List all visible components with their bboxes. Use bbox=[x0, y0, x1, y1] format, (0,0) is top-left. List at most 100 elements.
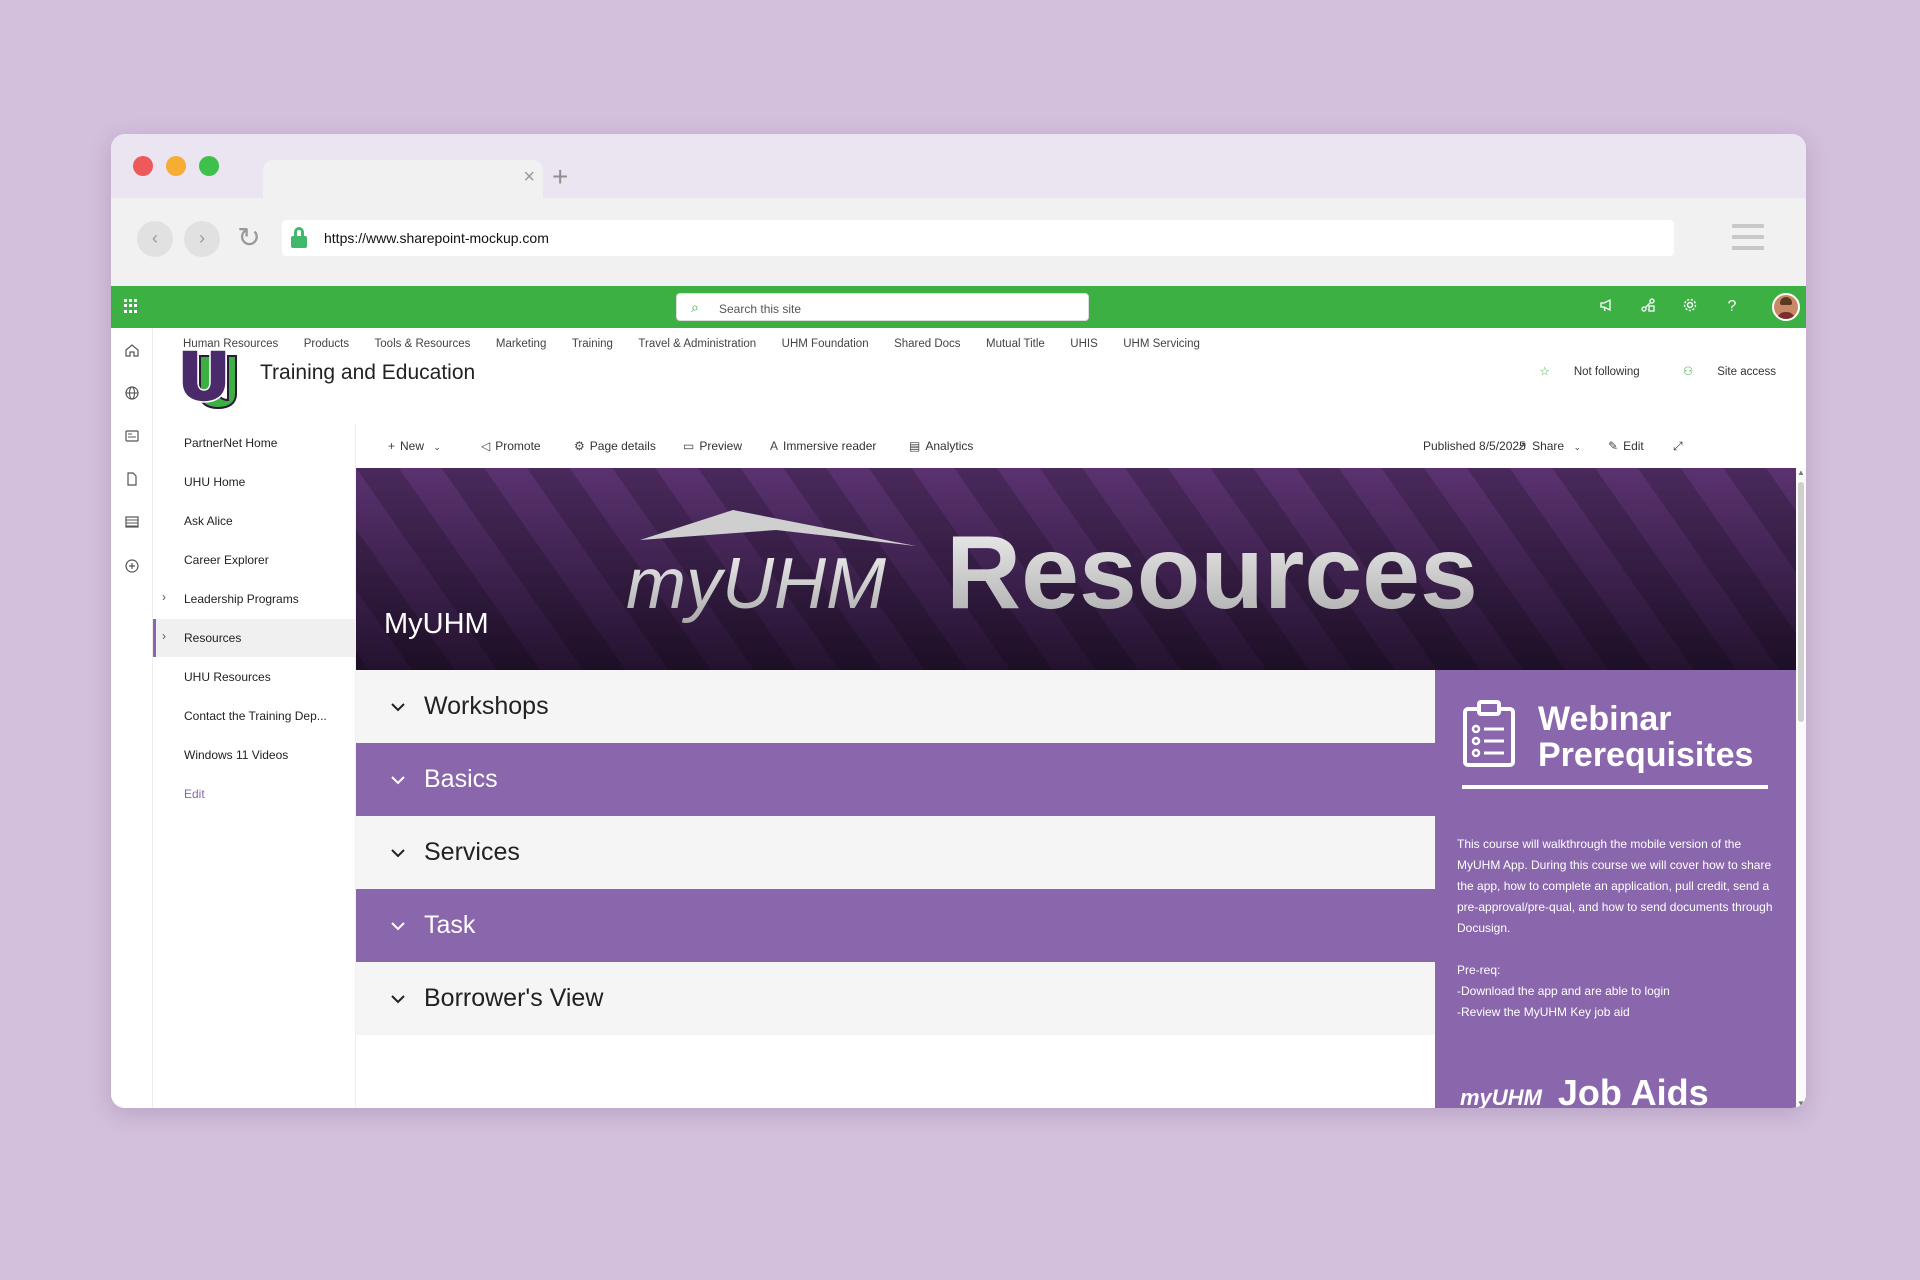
scroll-up-icon[interactable]: ▲ bbox=[1797, 468, 1805, 477]
chevron-down-icon bbox=[391, 995, 405, 1004]
nav-edit-link[interactable]: Edit bbox=[153, 775, 356, 813]
accordion-item-borrowers-view[interactable]: Borrower's View bbox=[356, 962, 1436, 1035]
immersive-reader-label: Immersive reader bbox=[783, 439, 877, 453]
job-aids-heading[interactable]: myUHM Job Aids bbox=[1460, 1072, 1709, 1108]
accordion-item-workshops[interactable]: Workshops bbox=[356, 670, 1436, 743]
site-title[interactable]: Training and Education bbox=[260, 361, 475, 385]
hub-nav-item[interactable]: Training bbox=[572, 338, 613, 350]
nav-label: Resources bbox=[184, 631, 242, 645]
accordion-label: Workshops bbox=[424, 692, 549, 720]
webinar-prerequisites-card: Webinar Prerequisites This course will w… bbox=[1435, 670, 1796, 1108]
follow-button[interactable]: ☆ Not following bbox=[1520, 366, 1640, 378]
hub-nav-item[interactable]: UHIS bbox=[1070, 338, 1097, 350]
banner-graphic: myUHM Resources bbox=[356, 468, 1796, 670]
site-logo[interactable] bbox=[180, 348, 238, 410]
new-button[interactable]: + New ⌄ bbox=[388, 439, 446, 453]
close-window-button[interactable] bbox=[133, 156, 153, 176]
expand-icon[interactable]: ⤢ bbox=[1673, 439, 1683, 454]
page-details-button[interactable]: ⚙ Page details bbox=[574, 439, 656, 453]
home-icon[interactable] bbox=[123, 342, 141, 360]
new-tab-button[interactable]: + bbox=[552, 161, 568, 193]
promote-button[interactable]: ◁ Promote bbox=[481, 439, 541, 453]
nav-item-leadership-programs[interactable]: › Leadership Programs bbox=[153, 580, 356, 618]
accordion-item-services[interactable]: Services bbox=[356, 816, 1436, 889]
browser-menu-icon[interactable] bbox=[1732, 224, 1764, 252]
create-icon[interactable] bbox=[123, 558, 141, 576]
hub-nav-item[interactable]: Tools & Resources bbox=[375, 338, 471, 350]
megaphone-icon[interactable] bbox=[1597, 297, 1617, 317]
nav-item-career-explorer[interactable]: Career Explorer bbox=[153, 541, 356, 579]
hub-navigation: Human Resources Products Tools & Resourc… bbox=[183, 334, 1221, 350]
nav-label: Career Explorer bbox=[184, 553, 269, 567]
analytics-icon: ▤ bbox=[909, 439, 921, 453]
edit-button[interactable]: ✎ Edit bbox=[1608, 439, 1644, 453]
chevron-right-icon[interactable]: › bbox=[162, 629, 166, 643]
tab-close-icon[interactable]: × bbox=[523, 166, 535, 189]
nav-label: UHU Resources bbox=[184, 670, 271, 684]
maximize-window-button[interactable] bbox=[199, 156, 219, 176]
accordion-label: Task bbox=[424, 911, 476, 939]
list-icon[interactable] bbox=[123, 514, 141, 532]
forward-button[interactable]: › bbox=[184, 221, 220, 257]
reload-icon[interactable]: ↻ bbox=[232, 222, 266, 256]
gear-icon: ⚙ bbox=[574, 439, 585, 453]
hub-nav-item[interactable]: UHM Foundation bbox=[782, 338, 869, 350]
address-bar[interactable]: https://www.sharepoint-mockup.com bbox=[282, 220, 1674, 256]
accordion-item-task[interactable]: Task bbox=[356, 889, 1436, 962]
job-aids-text: Job Aids bbox=[1557, 1072, 1709, 1108]
scrollbar-thumb[interactable] bbox=[1798, 482, 1804, 722]
search-icon: ⌕ bbox=[691, 299, 699, 315]
globe-icon[interactable] bbox=[123, 385, 141, 403]
people-icon: ⚇ bbox=[1682, 366, 1694, 378]
gear-icon[interactable] bbox=[1680, 297, 1700, 317]
card-heading-line1: Webinar bbox=[1538, 700, 1672, 738]
nav-item-uhu-home[interactable]: UHU Home bbox=[153, 463, 356, 501]
site-access-button[interactable]: ⚇ Site access bbox=[1663, 366, 1776, 378]
nav-item-partnernet-home[interactable]: PartnerNet Home bbox=[153, 424, 356, 462]
hub-nav-item[interactable]: UHM Servicing bbox=[1123, 338, 1200, 350]
star-icon: ☆ bbox=[1539, 366, 1550, 378]
hub-nav-item[interactable]: Shared Docs bbox=[894, 338, 960, 350]
suite-bar: ⌕ Search this site ? bbox=[111, 286, 1806, 328]
site-search-box[interactable]: ⌕ Search this site bbox=[676, 293, 1089, 321]
document-icon[interactable] bbox=[123, 471, 141, 489]
preview-icon: ▭ bbox=[683, 439, 695, 453]
browser-tab[interactable]: × bbox=[263, 160, 543, 198]
job-aids-logo: myUHM bbox=[1460, 1085, 1542, 1108]
page-scrollbar[interactable]: ▲ ▼ bbox=[1796, 468, 1806, 1108]
banner-logo-text: myUHM bbox=[626, 544, 886, 624]
chevron-right-icon[interactable]: › bbox=[162, 590, 166, 604]
nav-item-resources[interactable]: › Resources bbox=[153, 619, 356, 657]
minimize-window-button[interactable] bbox=[166, 156, 186, 176]
hub-nav-item[interactable]: Marketing bbox=[496, 338, 547, 350]
nav-item-contact-training[interactable]: Contact the Training Dep... bbox=[153, 697, 356, 735]
accordion-label: Services bbox=[424, 838, 520, 866]
help-icon[interactable]: ? bbox=[1722, 297, 1742, 317]
hub-nav-item[interactable]: Products bbox=[304, 338, 349, 350]
news-icon[interactable] bbox=[123, 428, 141, 446]
clipboard-icon bbox=[1463, 700, 1515, 767]
card-divider bbox=[1462, 785, 1768, 789]
nav-label: PartnerNet Home bbox=[184, 436, 278, 450]
analytics-label: Analytics bbox=[925, 439, 974, 453]
nav-edit-label: Edit bbox=[184, 787, 205, 801]
analytics-button[interactable]: ▤ Analytics bbox=[909, 439, 973, 453]
scroll-down-icon[interactable]: ▼ bbox=[1797, 1099, 1805, 1108]
share-icon[interactable] bbox=[1638, 297, 1658, 317]
share-button[interactable]: ↗ Share ⌄ bbox=[1517, 439, 1586, 453]
nav-item-uhu-resources[interactable]: UHU Resources bbox=[153, 658, 356, 696]
chevron-down-icon: ⌄ bbox=[1573, 442, 1581, 452]
nav-item-ask-alice[interactable]: Ask Alice bbox=[153, 502, 356, 540]
back-button[interactable]: ‹ bbox=[137, 221, 173, 257]
avatar[interactable] bbox=[1772, 293, 1800, 321]
app-launcher-icon[interactable] bbox=[124, 299, 138, 313]
hub-nav-item[interactable]: Travel & Administration bbox=[638, 338, 756, 350]
immersive-reader-button[interactable]: A Immersive reader bbox=[770, 439, 876, 453]
nav-item-windows-videos[interactable]: Windows 11 Videos bbox=[153, 736, 356, 774]
browser-toolbar: ‹ › ↻ https://www.sharepoint-mockup.com bbox=[111, 198, 1806, 286]
preview-button[interactable]: ▭ Preview bbox=[683, 439, 742, 453]
chevron-down-icon: ⌄ bbox=[433, 442, 441, 452]
hub-nav-item[interactable]: Mutual Title bbox=[986, 338, 1045, 350]
accordion-label: Basics bbox=[424, 765, 498, 793]
accordion-item-basics[interactable]: Basics bbox=[356, 743, 1436, 816]
